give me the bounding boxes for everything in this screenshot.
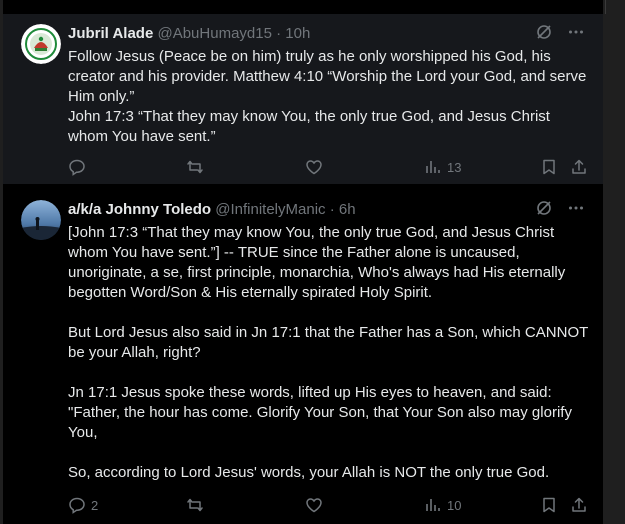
- heart-icon: [306, 498, 322, 513]
- reply-count: 2: [91, 497, 99, 513]
- post-time[interactable]: 10h: [285, 25, 310, 42]
- repost-button[interactable]: [186, 495, 209, 515]
- share-button[interactable]: [570, 157, 588, 177]
- share-upload-icon: [572, 497, 586, 512]
- reply-button[interactable]: 2: [68, 495, 98, 515]
- post-actions: 13: [68, 157, 588, 177]
- post-text: Follow Jesus (Peace be on him) truly as …: [68, 48, 587, 145]
- bookmark-icon: [543, 497, 555, 513]
- post-top-actions: [535, 200, 585, 220]
- more-dots-icon[interactable]: [567, 199, 585, 222]
- separator-dot: ·: [276, 25, 282, 42]
- repost-arrows-icon: [187, 160, 203, 174]
- views-bars-icon: [426, 161, 440, 173]
- post-header: a/k/a Johnny Toledo @InfinitelyManic · 6…: [68, 200, 356, 220]
- bookmark-button[interactable]: [540, 157, 558, 177]
- author-name[interactable]: a/k/a Johnny Toledo: [68, 201, 211, 218]
- views-button[interactable]: 13: [424, 157, 461, 177]
- grok-slash-icon[interactable]: [535, 199, 553, 222]
- post[interactable]: a/k/a Johnny Toledo @InfinitelyManic · 6…: [3, 190, 603, 524]
- heart-icon: [306, 160, 322, 175]
- avatar[interactable]: [21, 24, 61, 64]
- scrollbar-thumb[interactable]: [605, 0, 606, 14]
- author-handle[interactable]: @AbuHumayd15: [157, 25, 271, 42]
- post-text: [John 17:3 “That they may know You, the …: [68, 224, 588, 481]
- views-count: 10: [447, 497, 462, 513]
- share-upload-icon: [572, 159, 586, 174]
- repost-arrows-icon: [187, 498, 203, 512]
- author-name[interactable]: Jubril Alade: [68, 25, 153, 42]
- like-button[interactable]: [305, 157, 328, 177]
- avatar-photo-icon: [21, 200, 61, 240]
- reply-button[interactable]: [68, 157, 91, 177]
- like-button[interactable]: [305, 495, 328, 515]
- post[interactable]: Jubril Alade @AbuHumayd15 · 10h Follow J…: [3, 14, 603, 184]
- post-time[interactable]: 6h: [339, 201, 356, 218]
- separator-dot: ·: [329, 201, 335, 218]
- post-actions: 2 10: [68, 495, 588, 515]
- reply-bubble-icon: [69, 497, 85, 514]
- avatar[interactable]: [21, 200, 61, 240]
- bookmark-icon: [543, 159, 555, 175]
- grok-slash-icon[interactable]: [535, 23, 553, 46]
- views-bars-icon: [426, 499, 440, 511]
- avatar-emblem-icon: [21, 24, 61, 64]
- reply-bubble-icon: [69, 159, 85, 176]
- more-dots-icon[interactable]: [567, 23, 585, 46]
- share-button[interactable]: [570, 495, 588, 515]
- post-top-actions: [535, 24, 585, 44]
- views-count: 13: [447, 159, 462, 175]
- bookmark-button[interactable]: [540, 495, 558, 515]
- post-header: Jubril Alade @AbuHumayd15 · 10h: [68, 24, 310, 44]
- scrollbar-track[interactable]: [603, 0, 625, 524]
- repost-button[interactable]: [186, 157, 209, 177]
- author-handle[interactable]: @InfinitelyManic: [215, 201, 325, 218]
- views-button[interactable]: 10: [424, 495, 461, 515]
